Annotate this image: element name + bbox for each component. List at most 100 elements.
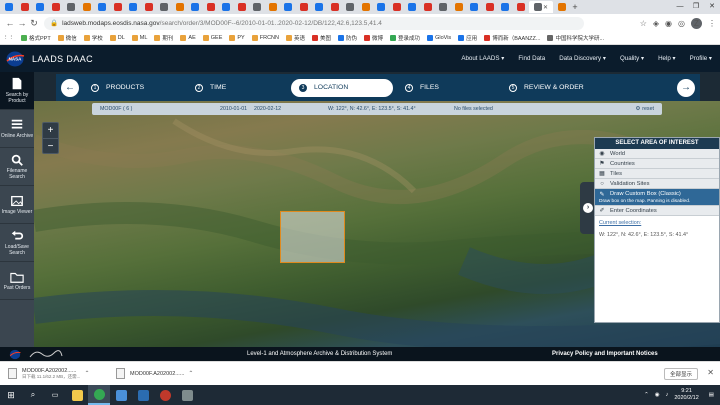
- area-option[interactable]: ○ Validation Sites: [595, 179, 719, 189]
- reload-icon[interactable]: ↻: [28, 18, 40, 29]
- bookmark-item[interactable]: DL: [109, 35, 125, 41]
- bookmark-item[interactable]: PY: [229, 35, 245, 41]
- bookmark-item[interactable]: 英语: [285, 34, 305, 42]
- browser-tab[interactable]: [452, 1, 466, 13]
- top-nav-item[interactable]: Profile ▾: [690, 55, 712, 62]
- zoom-out-button[interactable]: −: [43, 138, 58, 153]
- browser-tab[interactable]: [328, 1, 342, 13]
- browser-tab[interactable]: [204, 1, 218, 13]
- browser-tab[interactable]: [2, 1, 16, 13]
- browser-tab[interactable]: [95, 1, 109, 13]
- wizard-step[interactable]: 1 PRODUCTS: [83, 79, 183, 97]
- taskbar-app[interactable]: [176, 385, 198, 405]
- selected-area-box[interactable]: [280, 211, 345, 263]
- browser-tab[interactable]: [250, 1, 264, 13]
- browser-tab[interactable]: [111, 1, 125, 13]
- back-icon[interactable]: ←: [4, 18, 16, 28]
- top-nav-item[interactable]: Data Discovery ▾: [559, 55, 606, 62]
- taskview-button[interactable]: ▭: [44, 385, 66, 405]
- rail-item[interactable]: Online Archive: [0, 110, 34, 148]
- new-tab-button[interactable]: +: [570, 2, 580, 12]
- browser-tab[interactable]: [359, 1, 373, 13]
- profile-avatar[interactable]: Z: [691, 17, 702, 29]
- apps-icon[interactable]: ⋮⋮: [3, 35, 14, 41]
- bookmark-item[interactable]: 中国科学院大学研...: [547, 34, 604, 42]
- bookmark-item[interactable]: 应用: [458, 34, 477, 42]
- bookmark-item[interactable]: 期刊: [154, 34, 173, 42]
- browser-tab[interactable]: [49, 1, 63, 13]
- wizard-step[interactable]: 4 FILES: [397, 79, 497, 97]
- browser-tab[interactable]: [498, 1, 512, 13]
- wizard-step[interactable]: 2 TIME: [187, 79, 287, 97]
- extension-icon[interactable]: ◈: [653, 19, 659, 28]
- browser-tab[interactable]: [483, 1, 497, 13]
- bookmark-item[interactable]: 微信: [57, 34, 77, 42]
- wizard-step[interactable]: 3 LOCATION: [291, 78, 393, 97]
- browser-tab[interactable]: [235, 1, 249, 13]
- download-item[interactable]: MOD00F.A202002...... 日下载 11.1/62.2 MB，还需.…: [8, 368, 108, 380]
- area-option[interactable]: ✐ Enter Coordinates: [595, 206, 719, 216]
- area-option[interactable]: ◉ World: [595, 149, 719, 159]
- taskbar-app[interactable]: [132, 385, 154, 405]
- browser-tab[interactable]: [64, 1, 78, 13]
- taskbar-app[interactable]: [88, 385, 110, 405]
- top-nav-item[interactable]: Help ▾: [658, 55, 676, 62]
- close-icon[interactable]: ✕: [704, 0, 720, 14]
- browser-tab[interactable]: [266, 1, 280, 13]
- rail-item[interactable]: Image Viewer: [0, 186, 34, 224]
- browser-tab[interactable]: [80, 1, 94, 13]
- zoom-in-button[interactable]: +: [43, 123, 58, 138]
- browser-tab[interactable]: [142, 1, 156, 13]
- browser-tab[interactable]: [467, 1, 481, 13]
- top-nav-item[interactable]: About LAADS ▾: [461, 55, 504, 62]
- bookmark-item[interactable]: FRCNN: [251, 35, 279, 41]
- bookmark-item[interactable]: ML: [131, 35, 147, 41]
- browser-tab[interactable]: [436, 1, 450, 13]
- previous-step-button[interactable]: ←: [61, 78, 79, 97]
- bookmark-item[interactable]: 登录成功: [390, 34, 420, 42]
- browser-tab[interactable]: [33, 1, 47, 13]
- browser-tab[interactable]: [281, 1, 295, 13]
- browser-tab[interactable]: [126, 1, 140, 13]
- rail-item[interactable]: Search by Product: [0, 72, 34, 110]
- browser-tab[interactable]: [374, 1, 388, 13]
- clock[interactable]: 9:21 2020/2/12: [674, 388, 698, 402]
- rail-item[interactable]: Filename Search: [0, 148, 34, 186]
- rail-item[interactable]: Past Orders: [0, 262, 34, 300]
- browser-tab[interactable]: [188, 1, 202, 13]
- browser-tab[interactable]: [173, 1, 187, 13]
- browser-tab[interactable]: [157, 1, 171, 13]
- taskbar-app[interactable]: [154, 385, 176, 405]
- bookmark-item[interactable]: 微博: [364, 34, 383, 42]
- network-icon[interactable]: ◉: [655, 392, 660, 398]
- show-all-button[interactable]: 全部显示: [663, 367, 698, 380]
- browser-tab[interactable]: [297, 1, 311, 13]
- download-item[interactable]: MOD00F.A202002...... ⌃: [116, 368, 216, 380]
- bookmark-item[interactable]: GloVis: [427, 35, 451, 41]
- taskbar-app[interactable]: [110, 385, 132, 405]
- browser-tab[interactable]: [312, 1, 326, 13]
- area-option[interactable]: ▦ Tiles: [595, 169, 719, 179]
- volume-icon[interactable]: ♪: [666, 392, 669, 398]
- browser-tab[interactable]: ✕: [529, 1, 553, 13]
- wizard-step[interactable]: 5 REVIEW & ORDER: [501, 79, 621, 97]
- star-icon[interactable]: ☆: [640, 19, 647, 28]
- notification-icon[interactable]: ▤: [709, 392, 714, 398]
- maximize-icon[interactable]: ❐: [688, 0, 704, 14]
- browser-tab[interactable]: [390, 1, 404, 13]
- minimize-icon[interactable]: —: [672, 0, 688, 14]
- chevron-up-icon[interactable]: ⌃: [84, 370, 89, 377]
- search-button[interactable]: ⌕: [22, 385, 44, 405]
- start-button[interactable]: ⊞: [0, 385, 22, 405]
- close-icon[interactable]: ✕: [707, 368, 714, 377]
- top-nav-item[interactable]: Find Data: [518, 55, 545, 62]
- browser-tab[interactable]: [555, 1, 569, 13]
- forward-icon[interactable]: →: [16, 18, 28, 28]
- url-input[interactable]: 🔒 ladsweb.modaps.eosdis.nasa.gov /search…: [44, 16, 584, 30]
- close-tab-icon[interactable]: ✕: [543, 4, 548, 11]
- browser-tab[interactable]: [219, 1, 233, 13]
- privacy-link[interactable]: Privacy Policy and Important Notices: [552, 351, 658, 357]
- area-option[interactable]: ⚑ Countries: [595, 159, 719, 169]
- browser-tab[interactable]: [18, 1, 32, 13]
- bookmark-item[interactable]: 学校: [83, 34, 103, 42]
